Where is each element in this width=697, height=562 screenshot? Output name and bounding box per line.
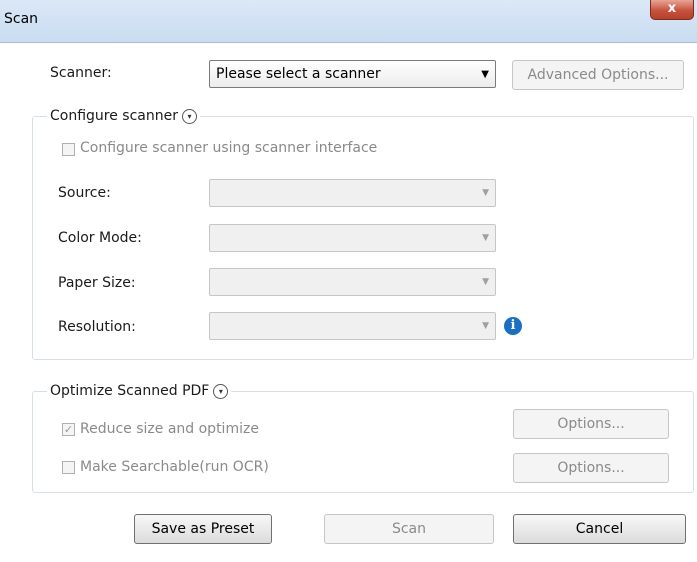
resolution-select[interactable]: ▼ [209, 312, 496, 340]
scanner-select[interactable]: Please select a scanner ▼ [209, 60, 496, 88]
reduce-options-button[interactable]: Options... [513, 409, 669, 439]
use-scanner-interface-checkbox[interactable] [62, 143, 75, 156]
optimize-pdf-title: Optimize Scanned PDF [50, 383, 210, 399]
window-title: Scan [4, 11, 39, 27]
checkmark-icon: ✓ [63, 423, 74, 436]
ocr-options-button[interactable]: Options... [513, 453, 669, 483]
make-searchable-label: Make Searchable(run OCR) [80, 459, 269, 475]
color-mode-label: Color Mode: [58, 230, 142, 246]
source-label: Source: [58, 185, 111, 201]
chevron-down-icon: ▼ [482, 188, 489, 198]
chevron-down-icon: ▾ [213, 383, 229, 399]
configure-scanner-header[interactable]: Configure scanner ▾ [47, 108, 200, 124]
configure-scanner-title: Configure scanner [50, 108, 178, 124]
cancel-button[interactable]: Cancel [513, 514, 686, 544]
chevron-down-icon: ▾ [182, 108, 197, 124]
paper-size-select[interactable]: ▼ [209, 268, 496, 296]
optimize-pdf-header[interactable]: Optimize Scanned PDF ▾ [47, 383, 232, 399]
save-as-preset-button[interactable]: Save as Preset [134, 514, 272, 544]
close-icon: x [667, 1, 677, 16]
resolution-label: Resolution: [58, 319, 136, 335]
paper-size-label: Paper Size: [58, 275, 136, 291]
color-mode-select[interactable]: ▼ [209, 224, 496, 252]
chevron-down-icon: ▼ [482, 233, 489, 243]
source-select[interactable]: ▼ [209, 179, 496, 207]
chevron-down-icon: ▼ [481, 69, 489, 80]
scanner-select-value: Please select a scanner [216, 66, 381, 82]
chevron-down-icon: ▼ [482, 321, 489, 331]
advanced-options-button[interactable]: Advanced Options... [512, 60, 684, 90]
close-button[interactable]: x [650, 0, 694, 20]
make-searchable-checkbox[interactable] [62, 461, 75, 474]
reduce-size-checkbox[interactable]: ✓ [62, 423, 75, 436]
scanner-label: Scanner: [50, 65, 112, 81]
chevron-down-icon: ▼ [482, 277, 489, 287]
scan-button[interactable]: Scan [324, 514, 494, 544]
info-icon[interactable]: i [504, 317, 522, 335]
title-bar: Scan x [0, 0, 697, 43]
use-scanner-interface-label: Configure scanner using scanner interfac… [80, 140, 378, 156]
reduce-size-label: Reduce size and optimize [80, 421, 259, 437]
